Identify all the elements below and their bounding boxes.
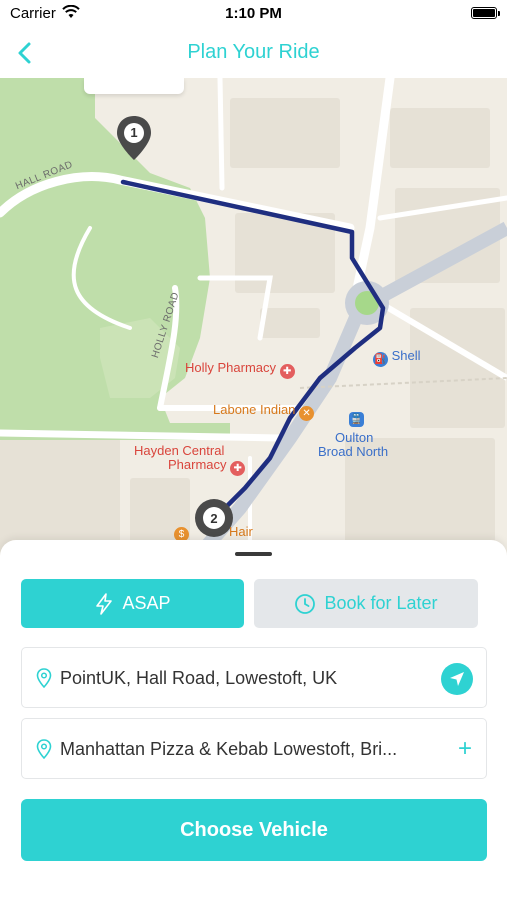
- lightning-icon: [96, 592, 113, 615]
- choose-vehicle-button[interactable]: Choose Vehicle: [21, 799, 487, 861]
- holly-pharmacy-name: Holly Pharmacy: [185, 360, 277, 375]
- pharmacy-icon: ✚: [230, 461, 246, 476]
- drag-handle[interactable]: [235, 552, 272, 556]
- battery-cap: [498, 11, 500, 16]
- navigation-arrow-icon: [450, 672, 464, 686]
- pickup-field[interactable]: PointUK, Hall Road, Lowestoft, UK: [21, 647, 487, 708]
- hair-label: Hair: [229, 524, 253, 539]
- labone-indian-name: Labone Indian: [213, 402, 296, 417]
- holly-pharmacy-label: Holly Pharmacy ✚: [185, 360, 295, 379]
- fuel-icon: ⛽: [373, 352, 388, 367]
- choose-vehicle-label: Choose Vehicle: [180, 818, 328, 841]
- hayden-label-2-text: Pharmacy: [168, 457, 227, 472]
- status-bar: Carrier 1:10 PM: [0, 0, 507, 28]
- book-later-label: Book for Later: [324, 593, 438, 613]
- dropoff-field[interactable]: Manhattan Pizza & Kebab Lowestoft, Bri..…: [21, 718, 487, 779]
- hayden-label-2: Pharmacy ✚: [168, 457, 246, 476]
- asap-label: ASAP: [122, 593, 171, 613]
- book-later-button[interactable]: Book for Later: [254, 579, 478, 628]
- pharmacy-icon: ✚: [279, 364, 295, 379]
- shell-label: ⛽ Shell: [373, 348, 421, 367]
- restaurant-icon: ✕: [299, 406, 315, 421]
- clock-icon: [295, 593, 316, 614]
- map-canvas: [0, 78, 507, 560]
- train-station-icon: 🚆: [349, 412, 364, 427]
- location-pin-icon: [36, 668, 52, 693]
- start-marker[interactable]: 1: [115, 114, 153, 162]
- page-title: Plan Your Ride: [187, 41, 320, 63]
- location-pin-icon: [36, 739, 52, 764]
- navigation-bar: Plan Your Ride: [0, 28, 507, 78]
- start-marker-label: 1: [130, 125, 138, 140]
- shell-name: Shell: [391, 348, 421, 363]
- add-stop-button[interactable]: +: [458, 735, 472, 763]
- route-map[interactable]: 1 2 HALL ROAD HOLLY ROAD Holly Pharmacy …: [0, 78, 507, 578]
- ride-sheet: ASAP Book for Later PointUK, Hall Road, …: [0, 540, 507, 900]
- hayden-label-1: Hayden Central: [134, 443, 225, 458]
- current-location-button[interactable]: [441, 663, 473, 695]
- oulton-label-2: Broad North: [318, 444, 389, 459]
- map-callout: [84, 78, 184, 94]
- dropoff-value: Manhattan Pizza & Kebab Lowestoft, Bri..…: [60, 739, 398, 759]
- clock: 1:10 PM: [225, 5, 282, 22]
- battery-icon: [471, 7, 497, 19]
- asap-button[interactable]: ASAP: [21, 579, 244, 628]
- pickup-value: PointUK, Hall Road, Lowestoft, UK: [60, 668, 338, 688]
- labone-indian-label: Labone Indian ✕: [213, 402, 315, 421]
- oulton-label-1: Oulton: [335, 430, 374, 445]
